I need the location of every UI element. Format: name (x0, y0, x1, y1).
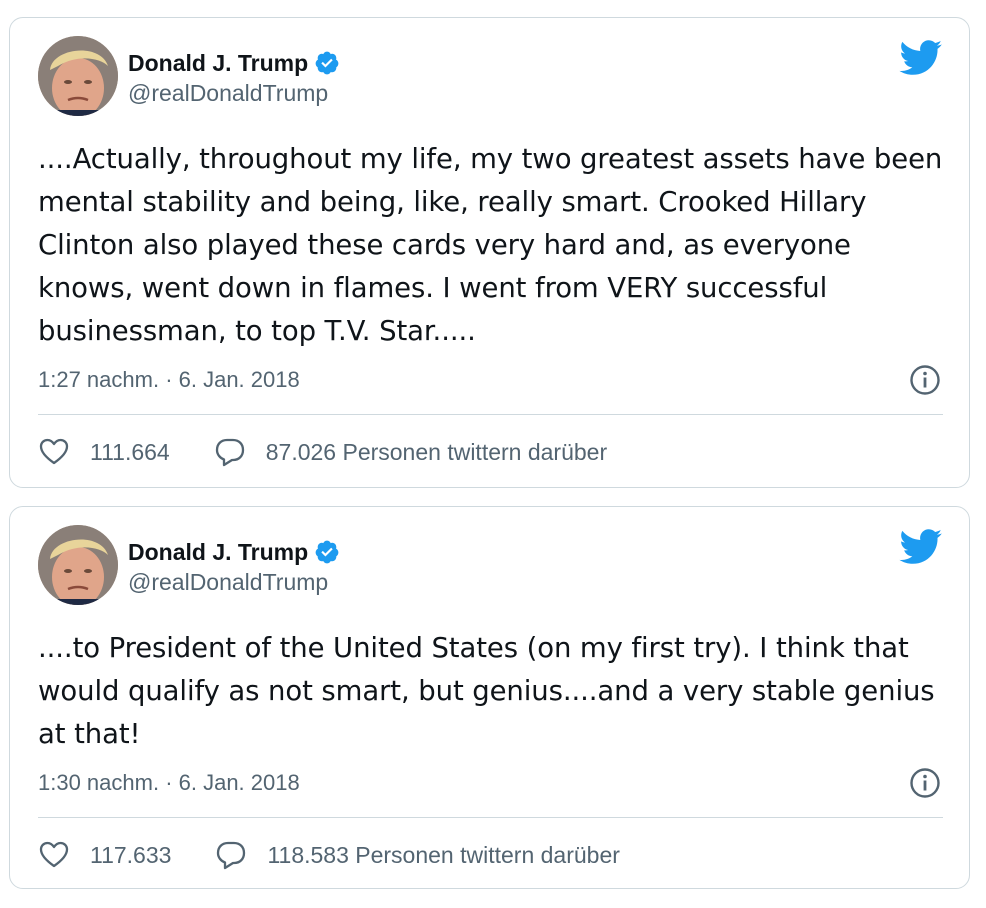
heart-icon (39, 438, 69, 465)
tweet-timestamp[interactable]: 1:30 nachm. · 6. Jan. 2018 (38, 767, 300, 799)
divider (38, 414, 943, 415)
conversation-button[interactable]: 87.026 Personen twittern darüber (214, 436, 607, 468)
author-handle[interactable]: @realDonaldTrump (128, 80, 328, 107)
avatar[interactable] (38, 36, 118, 116)
action-bar: 111.664 87.026 Personen twittern darüber (38, 432, 651, 472)
tweet-card[interactable]: Donald J. Trump @realDonaldTrump ....to … (9, 506, 970, 889)
author-name[interactable]: Donald J. Trump (128, 539, 308, 566)
heart-icon (39, 841, 69, 868)
conversation-label: 118.583 Personen twittern darüber (267, 841, 620, 868)
info-icon[interactable] (909, 767, 941, 799)
author-name[interactable]: Donald J. Trump (128, 50, 308, 77)
tweet-text: ....to President of the United States (o… (38, 632, 935, 750)
twitter-bird-icon[interactable] (899, 529, 943, 565)
speech-bubble-icon (215, 438, 244, 467)
like-button[interactable]: 111.664 (38, 436, 170, 468)
author-handle[interactable]: @realDonaldTrump (128, 569, 328, 596)
twitter-bird-icon[interactable] (899, 40, 943, 76)
like-button[interactable]: 117.633 (38, 839, 171, 871)
conversation-button[interactable]: 118.583 Personen twittern darüber (215, 839, 620, 871)
like-count: 111.664 (90, 438, 170, 465)
action-bar: 117.633 118.583 Personen twittern darübe… (38, 835, 664, 875)
tweet-timestamp[interactable]: 1:27 nachm. · 6. Jan. 2018 (38, 364, 300, 396)
tweet-card[interactable]: Donald J. Trump @realDonaldTrump ....Act… (9, 17, 970, 488)
verified-badge-icon (315, 540, 339, 564)
avatar[interactable] (38, 525, 118, 605)
like-count: 117.633 (90, 841, 172, 868)
info-icon[interactable] (909, 364, 941, 396)
verified-badge-icon (315, 51, 339, 75)
conversation-label: 87.026 Personen twittern darüber (265, 438, 608, 465)
divider (38, 817, 943, 818)
speech-bubble-icon (217, 841, 246, 870)
tweet-text: ....Actually, throughout my life, my two… (38, 143, 943, 347)
